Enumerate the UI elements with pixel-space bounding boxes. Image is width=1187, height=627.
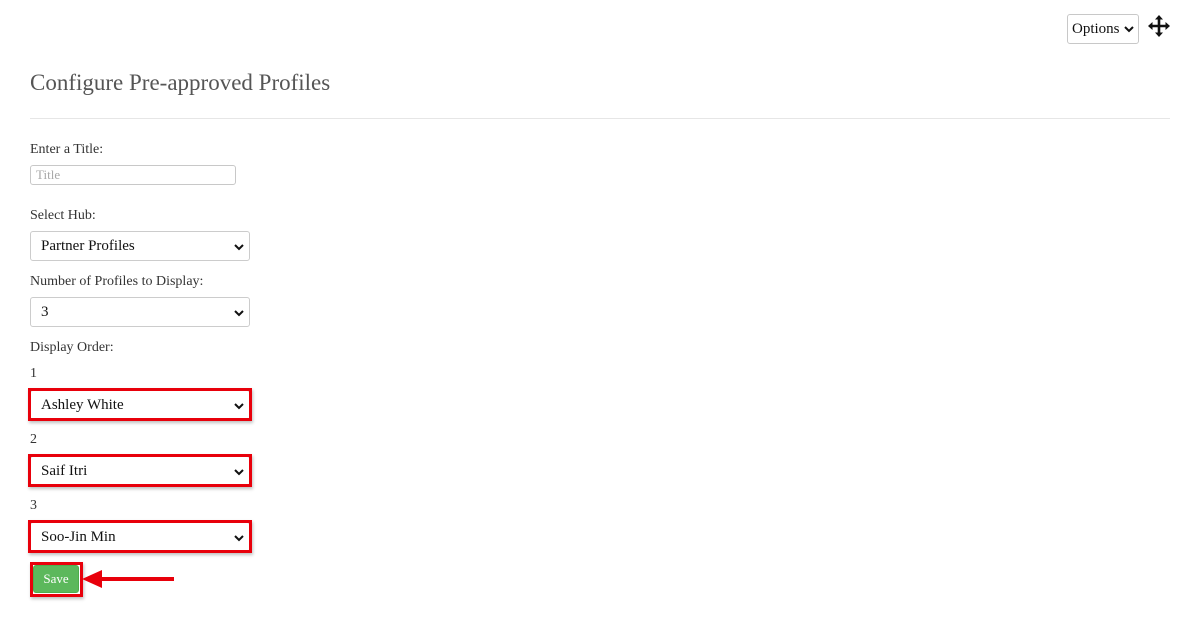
order-select-3-value: Soo-Jin Min [41,528,116,545]
pointer-arrow-icon [82,570,174,588]
order-select-2-value: Saif Itri [41,462,88,479]
chevron-down-icon [234,310,244,317]
chevron-down-icon [234,403,244,410]
count-field-label: Number of Profiles to Display: [30,274,204,289]
options-dropdown[interactable]: Options [1067,14,1139,44]
divider [30,118,1170,119]
profile-count-select[interactable]: 3 [30,297,250,327]
hub-field-label: Select Hub: [30,208,96,223]
hub-select-value: Partner Profiles [41,237,135,254]
chevron-down-icon [1124,26,1134,33]
order-index-3: 3 [30,498,37,513]
chevron-down-icon [234,469,244,476]
chevron-down-icon [234,244,244,251]
order-select-1[interactable]: Ashley White [30,390,250,420]
save-button[interactable]: Save [33,565,79,593]
order-select-3[interactable]: Soo-Jin Min [30,522,250,552]
hub-select[interactable]: Partner Profiles [30,231,250,261]
profile-count-value: 3 [41,303,49,320]
title-input[interactable] [30,165,236,185]
order-index-1: 1 [30,366,37,381]
order-index-2: 2 [30,432,37,447]
move-arrows-icon[interactable] [1147,14,1171,38]
page-title: Configure Pre-approved Profiles [30,70,331,95]
order-select-1-value: Ashley White [41,396,124,413]
options-label: Options [1072,20,1120,37]
order-select-2[interactable]: Saif Itri [30,456,250,486]
display-order-label: Display Order: [30,340,114,355]
chevron-down-icon [234,535,244,542]
title-field-label: Enter a Title: [30,142,104,157]
